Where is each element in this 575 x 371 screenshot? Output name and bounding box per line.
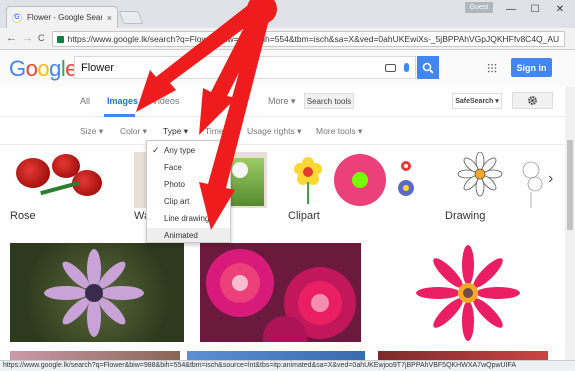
microphone-icon[interactable]	[404, 63, 409, 72]
new-tab-button[interactable]	[118, 11, 144, 24]
related-next-icon[interactable]: ›	[548, 170, 553, 188]
url-text: https://www.google.lk/search?q=Flower&bi…	[67, 34, 560, 44]
result-image-dahlias[interactable]	[200, 243, 361, 342]
minimize-button[interactable]: —	[500, 2, 522, 16]
filter-color[interactable]: Color ▾	[120, 126, 147, 137]
status-bar: https://www.google.lk/search?q=Flower&bi…	[0, 360, 575, 371]
filter-type[interactable]: Type ▾	[163, 126, 188, 137]
drawing-flower-image	[457, 152, 543, 208]
check-icon: ✓	[152, 145, 160, 155]
type-option-photo[interactable]: Photo	[164, 180, 185, 189]
tab-more[interactable]: More ▾	[268, 96, 296, 107]
filter-usage-rights[interactable]: Usage rights ▾	[247, 126, 301, 137]
tab-videos[interactable]: Videos	[152, 96, 179, 106]
result-image-purple-daisy[interactable]	[10, 243, 184, 342]
result-image-gerbera[interactable]	[388, 243, 546, 342]
clipart-flowers-image	[294, 154, 414, 206]
sign-in-button[interactable]: Sign in	[511, 58, 552, 77]
related-tile-rose[interactable]	[10, 152, 110, 208]
result-image-partial-1[interactable]	[10, 351, 180, 360]
related-label-clipart[interactable]: Clipart	[288, 210, 320, 222]
filter-time[interactable]: Time ▾	[205, 126, 230, 137]
scrollbar-thumb[interactable]	[567, 140, 573, 230]
result-image-partial-2[interactable]	[187, 351, 365, 360]
search-tabs-row: All Images Videos More ▾ Search tools Sa…	[0, 87, 575, 117]
google-logo[interactable]: Google	[9, 56, 78, 82]
gear-icon	[528, 96, 537, 105]
maximize-button[interactable]: ☐	[524, 2, 546, 16]
type-option-face[interactable]: Face	[164, 163, 182, 172]
type-dropdown-menu: ✓ Any type Face Photo Clip art Line draw…	[146, 140, 231, 243]
tab-all[interactable]: All	[80, 96, 90, 106]
rose-image	[16, 158, 50, 188]
search-input[interactable]: Flower	[74, 56, 416, 79]
logo-letter: G	[9, 56, 26, 81]
search-query: Flower	[81, 61, 115, 74]
google-header: Google Flower Sign in	[0, 51, 575, 87]
filters-row: Size ▾ Color ▾ Type ▾ Time ▾ Usage right…	[0, 117, 575, 145]
close-window-button[interactable]: ✕	[549, 2, 571, 16]
type-option-animated[interactable]: Animated	[164, 231, 198, 240]
lock-icon	[57, 35, 64, 43]
browser-tab[interactable]: G Flower - Google Search ×	[6, 6, 118, 28]
browser-toolbar: ← → C https://www.google.lk/search?q=Flo…	[0, 28, 575, 50]
settings-button[interactable]	[512, 92, 553, 109]
related-tile-clipart[interactable]	[288, 152, 424, 208]
search-icon	[422, 62, 434, 74]
pink-gerbera-image	[416, 245, 520, 341]
camera-icon[interactable]	[385, 63, 396, 72]
logo-letter: g	[49, 56, 61, 81]
tab-title: Flower - Google Search	[27, 13, 102, 22]
type-option-any[interactable]: Any type	[164, 146, 195, 155]
related-label-rose[interactable]: Rose	[10, 210, 36, 222]
pink-dahlias-image	[206, 249, 356, 342]
related-tile-drawing[interactable]	[445, 152, 547, 208]
filter-more-tools[interactable]: More tools ▾	[316, 126, 362, 137]
search-tools-button[interactable]: Search tools	[304, 93, 354, 109]
tab-images[interactable]: Images	[107, 96, 138, 106]
result-image-partial-3[interactable]	[378, 351, 548, 360]
apps-grid-icon[interactable]	[487, 63, 497, 73]
type-option-clip-art[interactable]: Clip art	[164, 197, 189, 206]
browser-title-bar: G Flower - Google Search × Guest — ☐ ✕	[0, 0, 575, 28]
search-button[interactable]	[417, 56, 439, 79]
filter-size[interactable]: Size ▾	[80, 126, 103, 137]
purple-daisy-image	[44, 249, 144, 337]
address-bar[interactable]: https://www.google.lk/search?q=Flower&bi…	[52, 31, 565, 47]
type-option-line-drawing[interactable]: Line drawing	[164, 214, 209, 223]
profile-chip[interactable]: Guest	[465, 2, 493, 13]
google-favicon-icon: G	[12, 12, 22, 23]
forward-button[interactable]: →	[22, 32, 33, 44]
related-label-drawing[interactable]: Drawing	[445, 210, 485, 222]
safesearch-button[interactable]: SafeSearch ▾	[452, 93, 502, 109]
logo-letter: o	[25, 56, 38, 81]
reload-button[interactable]: C	[38, 33, 45, 43]
back-button[interactable]: ←	[6, 32, 17, 44]
tab-close-icon[interactable]: ×	[107, 13, 112, 23]
logo-letter: o	[37, 56, 50, 81]
